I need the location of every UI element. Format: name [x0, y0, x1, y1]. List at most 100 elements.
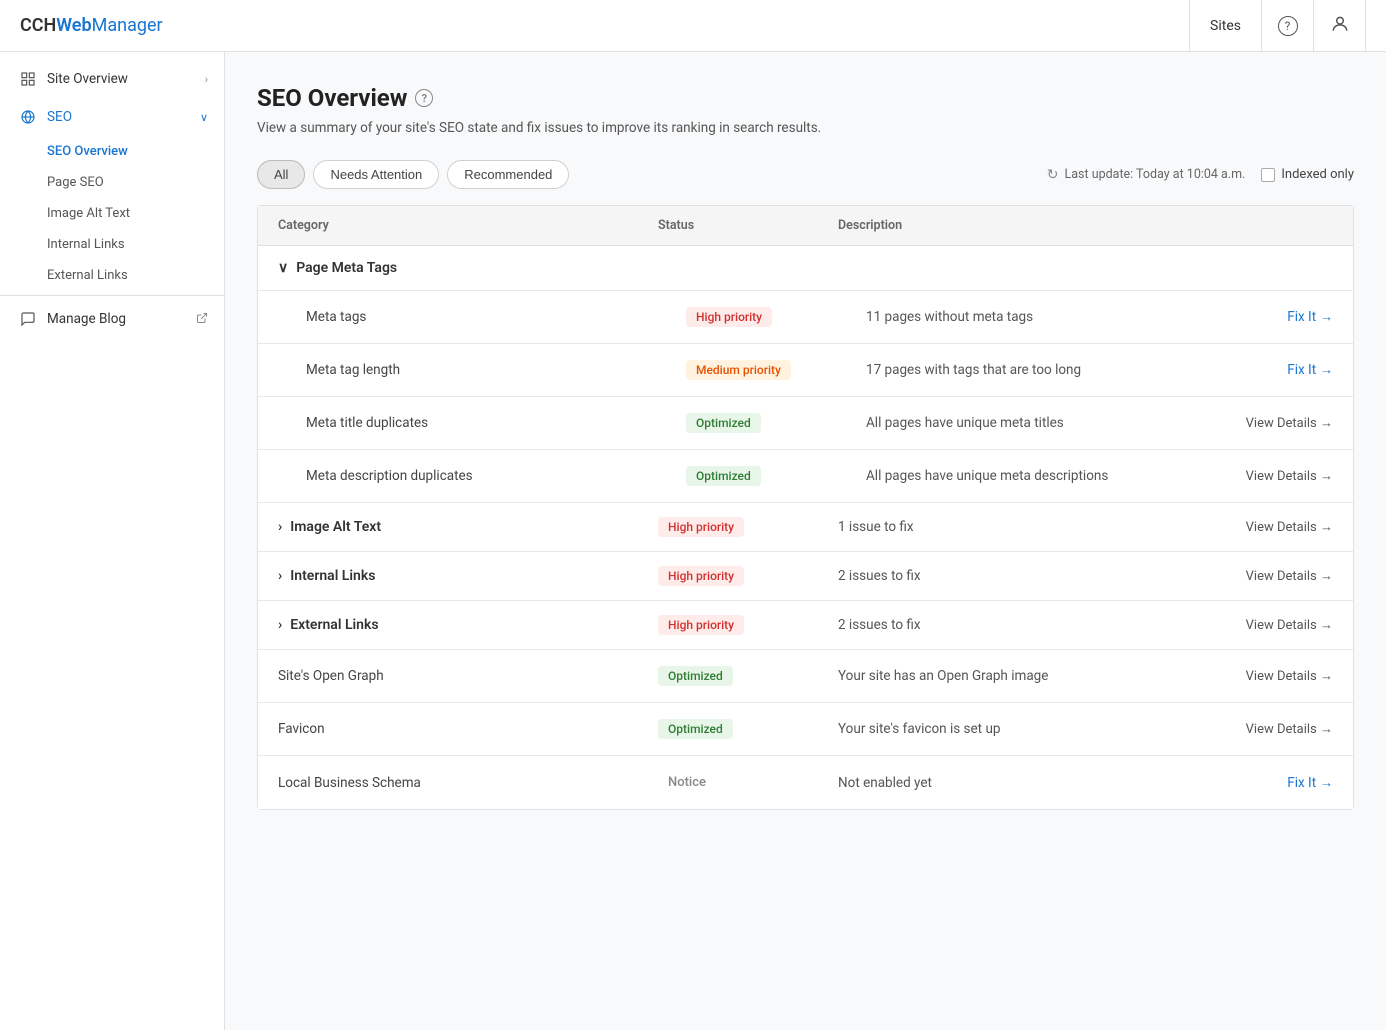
header-status: Status — [658, 218, 838, 233]
header-description: Description — [838, 218, 1333, 233]
main-content: SEO Overview ? View a summary of your si… — [225, 52, 1386, 1030]
status-badge-notice: Notice — [658, 772, 716, 793]
action-view-meta-title-duplicates[interactable]: View Details → — [1246, 415, 1333, 431]
filter-needs-attention-button[interactable]: Needs Attention — [313, 160, 439, 189]
item-label-meta-desc-duplicates: Meta description duplicates — [306, 468, 686, 484]
desc-meta-title-duplicates: All pages have unique meta titles — [866, 415, 1064, 431]
status-badge-high-int: High priority — [658, 566, 744, 586]
action-view-open-graph[interactable]: View Details → — [1246, 668, 1333, 684]
brand-cch: CCH — [20, 15, 56, 36]
status-badge-high-alt: High priority — [658, 517, 744, 537]
chevron-right-icon-alt: › — [278, 519, 282, 535]
chat-icon — [19, 310, 37, 328]
desc-favicon: Your site's favicon is set up — [838, 721, 1000, 737]
action-fix-local-business-schema[interactable]: Fix It → — [1287, 775, 1333, 791]
filter-bar: All Needs Attention Recommended ↻ Last u… — [257, 160, 1354, 189]
item-label-image-alt-text: Image Alt Text — [290, 519, 381, 535]
item-label-external-links: External Links — [290, 617, 378, 633]
indexed-only-label: Indexed only — [1281, 167, 1354, 182]
sidebar-item-image-alt-text[interactable]: Image Alt Text — [44, 198, 224, 229]
sidebar: Site Overview › SEO ∨ SEO Overview Page … — [0, 52, 225, 1030]
row-meta-tag-length: Meta tag length Medium priority 17 pages… — [258, 344, 1353, 397]
action-view-image-alt-text[interactable]: View Details → — [1246, 519, 1333, 535]
action-view-meta-desc-duplicates[interactable]: View Details → — [1246, 468, 1333, 484]
sidebar-item-seo-overview[interactable]: SEO Overview — [44, 136, 224, 167]
item-label-local-business-schema: Local Business Schema — [278, 775, 658, 791]
main-layout: Site Overview › SEO ∨ SEO Overview Page … — [0, 0, 1386, 1030]
row-favicon: Favicon Optimized Your site's favicon is… — [258, 703, 1353, 756]
status-badge-medium: Medium priority — [686, 360, 791, 380]
status-badge-optimized: Optimized — [686, 413, 761, 433]
item-label-favicon: Favicon — [278, 721, 658, 737]
indexed-only-checkbox[interactable] — [1261, 168, 1275, 182]
row-meta-desc-duplicates: Meta description duplicates Optimized Al… — [258, 450, 1353, 503]
header-category: Category — [278, 218, 658, 233]
sidebar-item-manage-blog[interactable]: Manage Blog — [0, 300, 224, 338]
refresh-icon: ↻ — [1047, 167, 1059, 183]
image-alt-text-label[interactable]: › Image Alt Text — [278, 519, 658, 535]
help-button[interactable]: ? — [1262, 0, 1314, 52]
indexed-only-toggle[interactable]: Indexed only — [1261, 167, 1354, 182]
row-meta-title-duplicates: Meta title duplicates Optimized All page… — [258, 397, 1353, 450]
badge-local-business-schema: Notice — [658, 772, 838, 793]
action-fix-meta-tag-length[interactable]: Fix It → — [1287, 362, 1333, 378]
sidebar-item-site-overview[interactable]: Site Overview › — [0, 60, 224, 98]
sidebar-item-internal-links[interactable]: Internal Links — [44, 229, 224, 260]
row-meta-tags: Meta tags High priority 11 pages without… — [258, 291, 1353, 344]
user-icon — [1330, 14, 1350, 38]
desc-meta-tag-length: 17 pages with tags that are too long — [866, 362, 1081, 378]
sidebar-label-seo: SEO — [47, 109, 190, 125]
page-title-container: SEO Overview ? — [257, 84, 1354, 112]
top-navigation: CCH Web Manager Sites ? — [0, 0, 1386, 52]
status-badge-optimized-og: Optimized — [658, 666, 733, 686]
table-header: Category Status Description — [258, 206, 1353, 246]
action-fix-meta-tags[interactable]: Fix It → — [1287, 309, 1333, 325]
status-badge-optimized-2: Optimized — [686, 466, 761, 486]
section-page-meta-tags-label[interactable]: ∨ Page Meta Tags — [278, 260, 658, 276]
desc-internal-links: 2 issues to fix — [838, 568, 921, 584]
seo-table: Category Status Description ∨ Page Meta … — [257, 205, 1354, 810]
sidebar-label-site-overview: Site Overview — [47, 71, 195, 87]
last-update-text: Last update: Today at 10:04 a.m. — [1065, 167, 1246, 182]
status-badge-optimized-fav: Optimized — [658, 719, 733, 739]
badge-image-alt-text: High priority — [658, 517, 838, 537]
help-icon: ? — [1278, 16, 1298, 36]
user-button[interactable] — [1314, 0, 1366, 52]
section-label: Page Meta Tags — [296, 260, 397, 276]
badge-meta-tags: High priority — [686, 307, 866, 327]
grid-icon — [19, 70, 37, 88]
item-label-internal-links: Internal Links — [290, 568, 375, 584]
badge-meta-title-duplicates: Optimized — [686, 413, 866, 433]
row-internal-links: › Internal Links High priority 2 issues … — [258, 552, 1353, 601]
row-local-business-schema: Local Business Schema Notice Not enabled… — [258, 756, 1353, 809]
brand-web: Web — [56, 15, 91, 36]
page-help-icon[interactable]: ? — [415, 89, 433, 107]
chevron-down-icon: ∨ — [278, 260, 288, 276]
page-subtitle: View a summary of your site's SEO state … — [257, 120, 1354, 136]
desc-external-links: 2 issues to fix — [838, 617, 921, 633]
chevron-right-icon-ext: › — [278, 617, 282, 633]
internal-links-label[interactable]: › Internal Links — [278, 568, 658, 584]
section-page-meta-tags: ∨ Page Meta Tags — [258, 246, 1353, 291]
row-image-alt-text: › Image Alt Text High priority 1 issue t… — [258, 503, 1353, 552]
filter-all-button[interactable]: All — [257, 160, 305, 189]
action-view-favicon[interactable]: View Details → — [1246, 721, 1333, 737]
sidebar-item-seo[interactable]: SEO ∨ — [0, 98, 224, 136]
badge-internal-links: High priority — [658, 566, 838, 586]
filter-recommended-button[interactable]: Recommended — [447, 160, 569, 189]
sidebar-item-page-seo[interactable]: Page SEO — [44, 167, 224, 198]
sidebar-divider — [0, 295, 224, 296]
external-links-label[interactable]: › External Links — [278, 617, 658, 633]
last-update: ↻ Last update: Today at 10:04 a.m. — [1047, 167, 1246, 183]
sites-button[interactable]: Sites — [1189, 0, 1262, 52]
action-view-external-links[interactable]: View Details → — [1246, 617, 1333, 633]
sidebar-item-external-links[interactable]: External Links — [44, 260, 224, 291]
item-label-meta-title-duplicates: Meta title duplicates — [306, 415, 686, 431]
desc-image-alt-text: 1 issue to fix — [838, 519, 914, 535]
action-view-internal-links[interactable]: View Details → — [1246, 568, 1333, 584]
status-badge-high: High priority — [686, 307, 772, 327]
sidebar-label-manage-blog: Manage Blog — [47, 311, 186, 327]
topnav-right: Sites ? — [1189, 0, 1366, 52]
desc-open-graph: Your site has an Open Graph image — [838, 668, 1048, 684]
badge-open-graph: Optimized — [658, 666, 838, 686]
